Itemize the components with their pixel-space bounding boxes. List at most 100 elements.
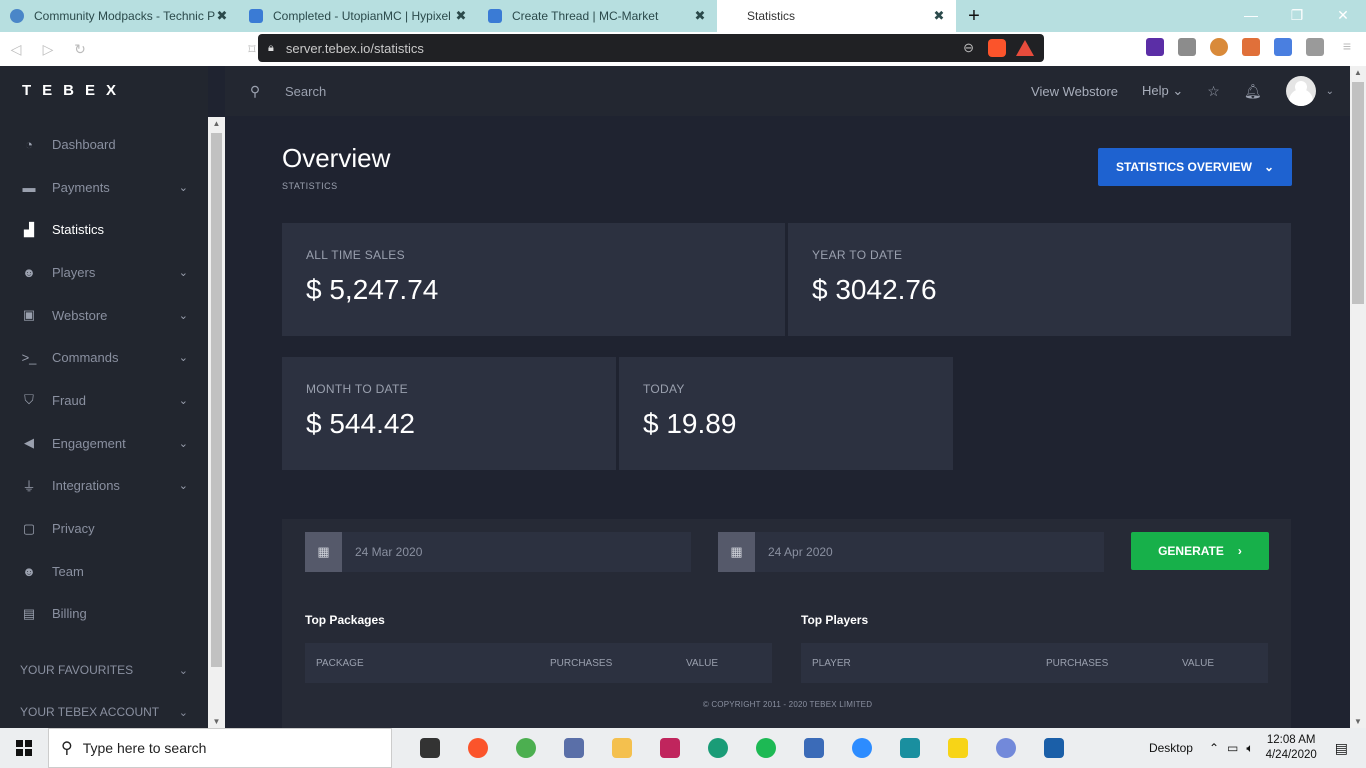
paint-icon[interactable] (550, 728, 598, 768)
reload-icon[interactable]: ↻ (64, 32, 96, 66)
browser-tab[interactable]: Create Thread | MC-Market ✖ (478, 0, 717, 32)
brave-shield-icon[interactable] (988, 39, 1006, 57)
sidebar-item-integrations[interactable]: ⏚ Integrations ⌄ (0, 465, 208, 508)
view-webstore-link[interactable]: View Webstore (1031, 84, 1118, 99)
sidebar-section-account[interactable]: YOUR TEBEX ACCOUNT ⌄ (0, 691, 208, 733)
openai-icon[interactable] (694, 728, 742, 768)
network-icon[interactable] (790, 728, 838, 768)
browser-tab[interactable]: Community Modpacks - Technic Pl ✖ (0, 0, 239, 32)
tab-close-icon[interactable]: ✖ (215, 8, 229, 24)
extension-icon[interactable] (1178, 38, 1196, 56)
team-icon: ☻ (22, 563, 36, 579)
translate-icon[interactable] (1274, 38, 1292, 56)
browser-tab[interactable]: Completed - UtopianMC | Hypixel ✖ (239, 0, 478, 32)
app-icon[interactable] (1030, 728, 1078, 768)
sidebar-item-team[interactable]: ☻ Team (0, 550, 208, 593)
surfshark-icon[interactable] (886, 728, 934, 768)
discord-icon[interactable] (982, 728, 1030, 768)
extension-icon[interactable] (1306, 38, 1324, 56)
tab-close-icon[interactable]: ✖ (932, 8, 946, 24)
sidebar-item-engagement[interactable]: ◀ Engagement ⌄ (0, 422, 208, 465)
sidebar-item-privacy[interactable]: ▢ Privacy (0, 507, 208, 550)
clock[interactable]: 12:08 AM 4/24/2020 (1266, 733, 1317, 763)
sidebar-item-players[interactable]: ☻ Players ⌄ (0, 251, 208, 294)
sidebar-item-commands[interactable]: >_ Commands ⌄ (0, 336, 208, 379)
browser-tab-active[interactable]: Statistics ✖ (717, 0, 956, 32)
scrollbar-thumb[interactable] (1352, 82, 1364, 304)
zoom-icon[interactable]: ⊖ (963, 40, 974, 56)
chevron-up-icon[interactable]: ⌃ (1209, 741, 1219, 755)
page-scrollbar[interactable]: ▲ ▼ (1350, 66, 1366, 728)
start-button[interactable] (0, 728, 48, 768)
desktop-label: Desktop (1148, 741, 1193, 755)
column-header[interactable]: PURCHASES (1046, 658, 1182, 669)
spotify-icon[interactable] (742, 728, 790, 768)
date-to-value[interactable]: 24 Apr 2020 (755, 532, 1104, 572)
sticky-notes-icon[interactable] (934, 728, 982, 768)
back-icon[interactable]: ◁ (0, 32, 32, 66)
calendar-icon[interactable]: ▦ (305, 532, 342, 572)
volume-icon[interactable]: 🔈︎ (1246, 741, 1253, 756)
taskbar-search[interactable]: ⚲ Type here to search (48, 728, 392, 768)
generate-button[interactable]: GENERATE › (1131, 532, 1269, 570)
sidebar-scrollbar[interactable]: ▲ ▼ (208, 117, 225, 728)
task-view-icon[interactable] (406, 728, 454, 768)
brave-rewards-icon[interactable] (1016, 40, 1034, 56)
sidebar-item-payments[interactable]: ▬ Payments ⌄ (0, 166, 208, 209)
window-controls: — ❐ ✕ (1228, 0, 1366, 30)
menu-icon[interactable]: ≡ (1338, 38, 1356, 56)
tab-close-icon[interactable]: ✖ (693, 8, 707, 24)
sidebar-item-dashboard[interactable]: ◔ Dashboard (0, 123, 208, 166)
table-title: Top Players (801, 613, 869, 627)
tebex-logo[interactable]: TEBEX (22, 82, 127, 99)
avatar[interactable] (1285, 76, 1316, 106)
sidebar-item-statistics[interactable]: ▟ Statistics (0, 208, 208, 251)
brave-icon[interactable] (454, 728, 502, 768)
date-from-value[interactable]: 24 Mar 2020 (342, 532, 691, 572)
network-status-icon[interactable]: ▭ (1227, 741, 1238, 755)
scroll-up-icon[interactable]: ▲ (208, 119, 225, 128)
column-header[interactable]: PACKAGE (316, 658, 550, 669)
sidebar-item-webstore[interactable]: ▣ Webstore ⌄ (0, 294, 208, 337)
forward-icon[interactable]: ▷ (32, 32, 64, 66)
stat-card-today: TODAY $ 19.89 (619, 357, 953, 470)
sidebar-item-label: Statistics (52, 222, 105, 238)
maximize-icon[interactable]: ❐ (1274, 0, 1320, 30)
statistics-overview-button[interactable]: STATISTICS OVERVIEW ⌄ (1098, 148, 1292, 186)
sidebar-item-billing[interactable]: ▤ Billing (0, 593, 208, 636)
tab-close-icon[interactable]: ✖ (454, 8, 468, 24)
minimize-icon[interactable]: — (1228, 0, 1274, 30)
scroll-up-icon[interactable]: ▲ (1350, 68, 1366, 77)
extension-icon[interactable] (1146, 38, 1164, 56)
star-icon[interactable]: ☆ (1207, 83, 1220, 100)
bell-icon[interactable]: 🔔︎ (1244, 83, 1262, 100)
chrome-icon[interactable] (502, 728, 550, 768)
extension-icon[interactable] (1242, 38, 1260, 56)
address-bar[interactable]: 🔒︎ server.tebex.io/statistics ⊖ (258, 34, 1044, 62)
scroll-down-icon[interactable]: ▼ (208, 717, 225, 726)
scrollbar-thumb[interactable] (211, 133, 222, 667)
column-header[interactable]: PLAYER (812, 658, 1046, 669)
search-icon[interactable]: ⚲ (225, 83, 285, 100)
help-menu[interactable]: Help ⌄ (1142, 83, 1183, 99)
tab-title: Statistics (747, 9, 796, 23)
close-window-icon[interactable]: ✕ (1320, 0, 1366, 30)
column-header[interactable]: VALUE (1182, 658, 1214, 669)
intellij-icon[interactable] (646, 728, 694, 768)
new-tab-button[interactable]: + (956, 0, 992, 32)
calendar-icon[interactable]: ▦ (718, 532, 755, 572)
extension-icon[interactable] (1210, 38, 1228, 56)
file-explorer-icon[interactable] (598, 728, 646, 768)
desktop-toolbar[interactable]: Desktop (1149, 741, 1193, 755)
sidebar-section-favourites[interactable]: YOUR FAVOURITES ⌄ (0, 649, 208, 691)
zoom-icon[interactable] (838, 728, 886, 768)
sidebar-item-fraud[interactable]: ⛉ Fraud ⌄ (0, 379, 208, 422)
column-header[interactable]: PURCHASES (550, 658, 686, 669)
chevron-down-icon[interactable]: ⌄ (1326, 86, 1334, 97)
notifications-icon[interactable]: ▤ (1335, 740, 1348, 757)
search-input[interactable]: Search (285, 84, 1031, 99)
date-from-field[interactable]: ▦ 24 Mar 2020 (305, 532, 691, 572)
column-header[interactable]: VALUE (686, 658, 718, 669)
scroll-down-icon[interactable]: ▼ (1350, 717, 1366, 726)
date-to-field[interactable]: ▦ 24 Apr 2020 (718, 532, 1104, 572)
